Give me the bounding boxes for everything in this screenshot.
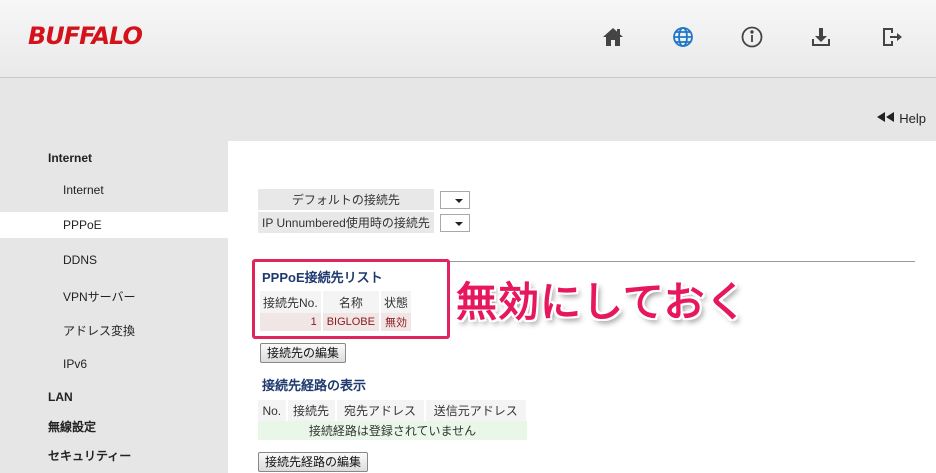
table-row: IP Unnumbered使用時の接続先 [258, 210, 474, 233]
routes-title: 接続先経路の表示 [262, 378, 367, 393]
edit-routes-button[interactable]: 接続先経路の編集 [258, 452, 369, 472]
help-link[interactable]: Help [876, 111, 926, 126]
routes-empty-message: 接続経路は登録されていません [258, 421, 527, 440]
default-destination-table: デフォルトの接続先 IP Unnumbered使用時の接続先 [258, 189, 474, 233]
info-icon[interactable] [739, 24, 765, 50]
routes-table: No. 接続先 宛先アドレス 送信元アドレス 接続経路は登録されていません [258, 400, 529, 440]
column-header-dest-address: 宛先アドレス [335, 400, 426, 421]
globe-icon[interactable] [670, 24, 696, 50]
table-header-row: No. 接続先 宛先アドレス 送信元アドレス [258, 400, 529, 421]
logout-icon[interactable] [879, 24, 905, 50]
subheader-band [0, 79, 936, 141]
brand-logo[interactable]: BUFFALO [28, 22, 143, 50]
default-destination-label: デフォルトの接続先 [258, 189, 434, 211]
sidebar-category-lan[interactable]: LAN [0, 390, 228, 404]
column-header-destination: 接続先 [286, 400, 337, 421]
column-header-no: No. [258, 400, 288, 421]
double-left-arrow-icon [876, 111, 896, 126]
annotation-text: 無効にしておく [456, 278, 748, 326]
sidebar-item-ipv6[interactable]: IPv6 [0, 357, 228, 371]
top-header: BUFFALO [0, 0, 936, 78]
download-icon[interactable] [808, 24, 834, 50]
column-header-source-address: 送信元アドレス [424, 400, 529, 421]
sidebar-item-ddns[interactable]: DDNS [0, 253, 228, 267]
home-icon[interactable] [600, 24, 626, 50]
table-row: 接続経路は登録されていません [258, 421, 527, 440]
help-label: Help [899, 111, 926, 126]
table-row: デフォルトの接続先 [258, 189, 474, 211]
sidebar-item-vpn-server[interactable]: VPNサーバー [0, 288, 228, 305]
sidebar-item-internet[interactable]: Internet [0, 183, 228, 197]
sidebar-item-address-translation[interactable]: アドレス変換 [0, 322, 228, 339]
sidebar-item-pppoe[interactable]: PPPoE [0, 212, 230, 238]
sidebar-category-security[interactable]: セキュリティー [0, 447, 228, 464]
edit-destination-button[interactable]: 接続先の編集 [260, 343, 347, 363]
highlight-box [252, 259, 450, 339]
unnumbered-destination-label: IP Unnumbered使用時の接続先 [258, 210, 434, 233]
default-destination-select[interactable] [439, 190, 470, 209]
sidebar-category-wireless[interactable]: 無線設定 [0, 418, 228, 435]
sidebar-category-internet[interactable]: Internet [0, 151, 228, 165]
unnumbered-destination-select[interactable] [439, 213, 470, 232]
